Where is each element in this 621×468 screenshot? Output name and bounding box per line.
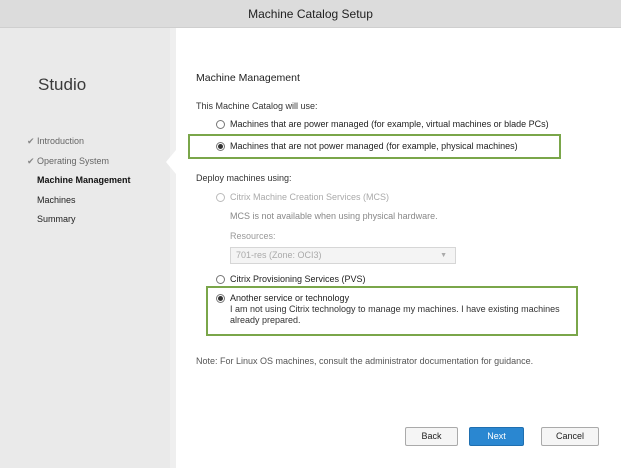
step-operating-system: ✔ Operating System xyxy=(27,152,131,172)
deploy-label: Deploy machines using: xyxy=(196,173,292,183)
radio-not-power-managed[interactable]: Machines that are not power managed (for… xyxy=(216,141,518,151)
radio-button[interactable] xyxy=(216,142,225,151)
page-title: Machine Management xyxy=(196,72,300,84)
resources-label: Resources: xyxy=(230,231,276,241)
step-summary: Summary xyxy=(37,214,76,224)
main-panel: Machine Management This Machine Catalog … xyxy=(176,28,621,468)
radio-label: Another service or technology xyxy=(230,293,350,303)
cancel-button[interactable]: Cancel xyxy=(541,427,599,446)
sidebar: Studio ✔ Introduction ✔ Operating System… xyxy=(0,28,170,468)
radio-another-service[interactable]: Another service or technology I am not u… xyxy=(216,293,570,326)
step-label: Introduction xyxy=(37,136,85,146)
radio-button[interactable] xyxy=(216,294,225,303)
chevron-down-icon: ▼ xyxy=(440,252,447,259)
step-introduction: ✔ Introduction xyxy=(27,132,131,152)
checkmark-icon: ✔ xyxy=(27,155,35,166)
resources-value: 701-res (Zone: OCI3) xyxy=(236,250,322,260)
window-title: Machine Catalog Setup xyxy=(0,0,621,28)
radio-mcs[interactable]: Citrix Machine Creation Services (MCS) xyxy=(216,192,389,202)
radio-label: Citrix Machine Creation Services (MCS) xyxy=(230,192,390,202)
radio-power-managed[interactable]: Machines that are power managed (for exa… xyxy=(216,119,549,129)
radio-selected-dot xyxy=(218,296,223,301)
radio-pvs[interactable]: Citrix Provisioning Services (PVS) xyxy=(216,274,366,284)
radio-label: Citrix Provisioning Services (PVS) xyxy=(230,274,366,284)
step-machines: Machines xyxy=(37,194,76,205)
next-button[interactable]: Next xyxy=(469,427,524,446)
machine-catalog-setup-window: Machine Catalog Setup Studio ✔ Introduct… xyxy=(0,0,621,468)
step-machine-management: Machine Management xyxy=(37,175,131,185)
mcs-unavailable-text: MCS is not available when using physical… xyxy=(230,211,438,221)
radio-label: Machines that are not power managed (for… xyxy=(230,141,518,151)
active-step-pointer xyxy=(166,150,176,174)
studio-brand: Studio xyxy=(38,75,87,94)
resources-dropdown[interactable]: 701-res (Zone: OCI3) ▼ xyxy=(230,247,456,264)
radio-button[interactable] xyxy=(216,193,225,202)
uses-label: This Machine Catalog will use: xyxy=(196,101,318,111)
another-service-description: I am not using Citrix technology to mana… xyxy=(230,304,560,325)
back-button[interactable]: Back xyxy=(405,427,458,446)
linux-note: Note: For Linux OS machines, consult the… xyxy=(196,356,534,366)
radio-selected-dot xyxy=(218,144,223,149)
checkmark-icon: ✔ xyxy=(27,136,35,146)
step-label: Operating System xyxy=(37,155,110,166)
radio-label: Machines that are power managed (for exa… xyxy=(230,119,549,129)
radio-button[interactable] xyxy=(216,120,225,129)
wizard-steps: ✔ Introduction ✔ Operating System Machin… xyxy=(27,132,131,230)
radio-button[interactable] xyxy=(216,275,225,284)
